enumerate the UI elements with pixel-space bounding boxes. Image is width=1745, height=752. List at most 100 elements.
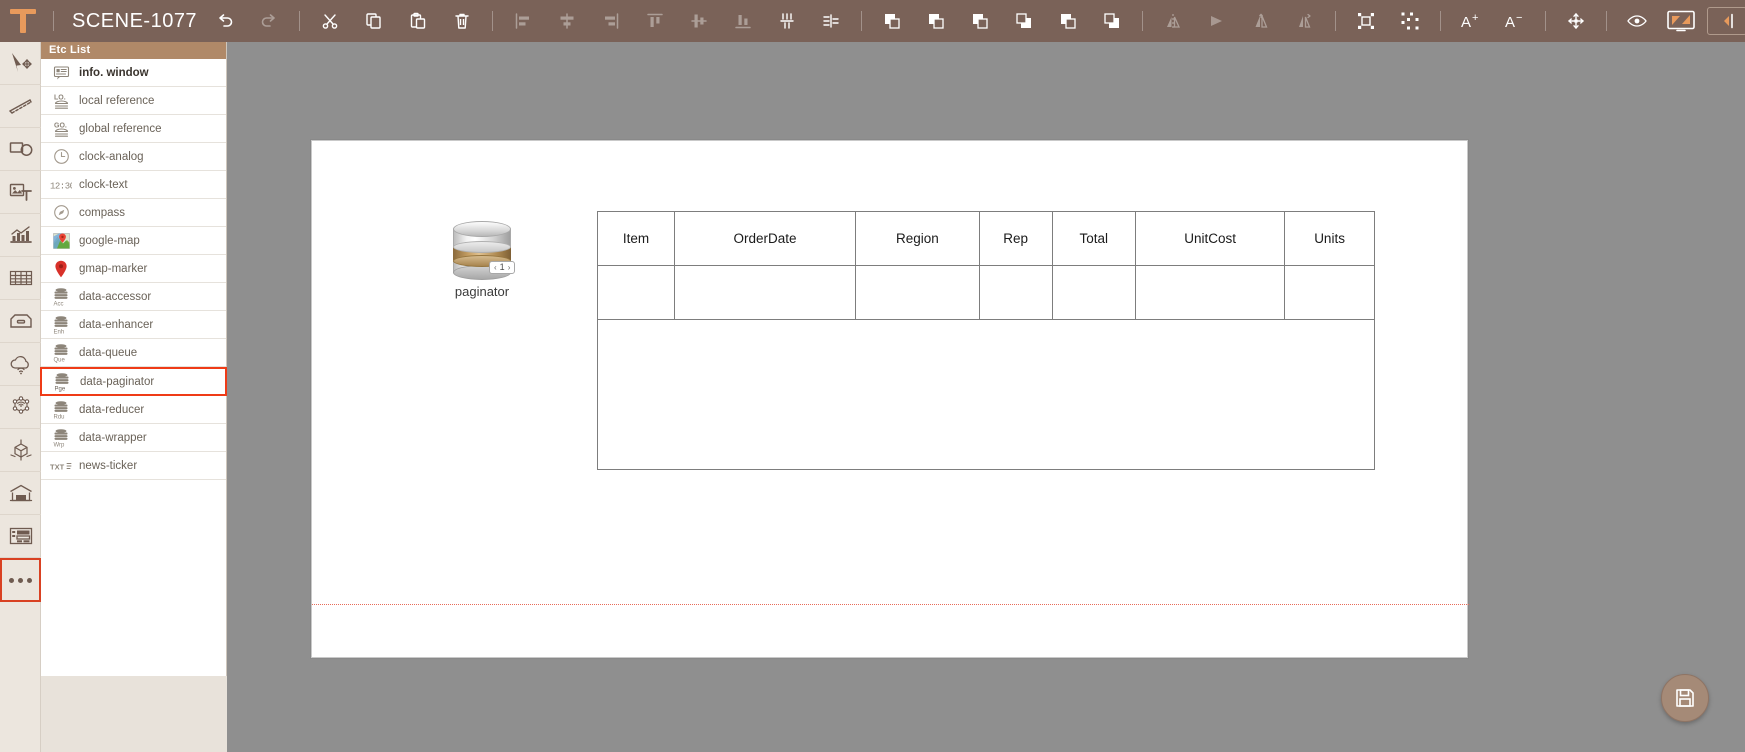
column-header-region[interactable]: Region: [855, 211, 980, 266]
flip-vertical-icon[interactable]: [1195, 0, 1239, 42]
save-button[interactable]: [1661, 674, 1709, 722]
select-move-tool[interactable]: [0, 42, 41, 85]
list-item-data-enhancer[interactable]: Enh data-enhancer: [41, 311, 226, 339]
bring-to-front-icon[interactable]: [870, 0, 914, 42]
list-item-global-reference[interactable]: GO. global reference: [41, 115, 226, 143]
toggle-panel-icon[interactable]: [1707, 7, 1745, 35]
rotate-left-icon[interactable]: [1239, 0, 1283, 42]
canvas-area[interactable]: ‹ 1 › paginator Item OrderDate Region Re…: [227, 42, 1745, 752]
move-resize-icon[interactable]: [1554, 0, 1598, 42]
align-bottom-icon[interactable]: [721, 0, 765, 42]
list-item-data-wrapper[interactable]: Wrp data-wrapper: [41, 424, 226, 452]
data-table[interactable]: Item OrderDate Region Rep Total UnitCost…: [596, 211, 1375, 470]
paginator-label: paginator: [454, 284, 510, 299]
line-tool[interactable]: [0, 85, 41, 128]
svg-text:A: A: [1505, 14, 1515, 31]
page-title: SCENE-1077: [72, 9, 198, 32]
iot-cloud-tool[interactable]: [0, 343, 41, 386]
font-increase-icon[interactable]: A +: [1449, 0, 1493, 42]
pager-next-icon[interactable]: ›: [508, 263, 511, 272]
toolbar-divider: [53, 11, 54, 31]
list-item-data-queue[interactable]: Que data-queue: [41, 339, 226, 367]
list-item-data-paginator[interactable]: Pge data-paginator: [40, 367, 227, 396]
column-header-orderdate[interactable]: OrderDate: [674, 211, 857, 266]
table-tool[interactable]: [0, 257, 41, 300]
copy-icon[interactable]: [352, 0, 396, 42]
app-logo[interactable]: [0, 0, 45, 42]
table-cell[interactable]: [596, 265, 676, 320]
data-stack-icon: Acc: [50, 286, 72, 308]
column-header-total[interactable]: Total: [1051, 211, 1137, 266]
news-ticker-icon: TXT: [50, 455, 72, 477]
pager-control[interactable]: ‹ 1 ›: [489, 261, 516, 274]
tool-rail: [0, 42, 41, 752]
data-stack-icon: Enh: [50, 314, 72, 336]
table-cell[interactable]: [1051, 265, 1137, 320]
list-item-label: clock-analog: [79, 150, 144, 163]
list-item-gmap-marker[interactable]: gmap-marker: [41, 255, 226, 283]
toolbar-divider: [1335, 11, 1337, 31]
group-order-down-icon[interactable]: [1090, 0, 1134, 42]
cut-icon[interactable]: [308, 0, 352, 42]
align-middle-vertical-icon[interactable]: [677, 0, 721, 42]
list-item-clock-analog[interactable]: clock-analog: [41, 143, 226, 171]
bring-forward-icon[interactable]: [914, 0, 958, 42]
media-text-tool[interactable]: [0, 171, 41, 214]
list-item-local-reference[interactable]: LO. local reference: [41, 87, 226, 115]
list-item-news-ticker[interactable]: TXT news-ticker: [41, 452, 226, 480]
list-item-data-reducer[interactable]: Rdu data-reducer: [41, 396, 226, 424]
paste-icon[interactable]: [396, 0, 440, 42]
network-tool[interactable]: [0, 386, 41, 429]
list-item-data-accessor[interactable]: Acc data-accessor: [41, 283, 226, 311]
column-header-rep[interactable]: Rep: [978, 211, 1053, 266]
fullscreen-monitor-icon[interactable]: [1659, 0, 1703, 42]
rotate-right-icon[interactable]: [1283, 0, 1327, 42]
align-left-icon[interactable]: [501, 0, 545, 42]
etc-tool[interactable]: [0, 558, 41, 602]
font-decrease-icon[interactable]: A −: [1493, 0, 1537, 42]
table-cell[interactable]: [855, 265, 980, 320]
layout-tool[interactable]: [0, 515, 41, 558]
list-item-info-window[interactable]: info. window: [41, 59, 226, 87]
list-item-compass[interactable]: compass: [41, 199, 226, 227]
svg-text:Rdu: Rdu: [54, 414, 65, 420]
paginator-widget[interactable]: ‹ 1 › paginator: [417, 221, 547, 299]
column-header-units[interactable]: Units: [1284, 211, 1375, 266]
list-item-label: data-queue: [79, 346, 138, 359]
send-to-back-icon[interactable]: [1002, 0, 1046, 42]
shape-tool[interactable]: [0, 128, 41, 171]
distribute-vertical-icon[interactable]: [809, 0, 853, 42]
column-header-unitcost[interactable]: UnitCost: [1135, 211, 1286, 266]
toolbar-divider: [1606, 11, 1608, 31]
ungroup-icon[interactable]: [1388, 0, 1432, 42]
delete-icon[interactable]: [440, 0, 484, 42]
distribute-horizontal-icon[interactable]: [765, 0, 809, 42]
align-right-icon[interactable]: [589, 0, 633, 42]
table-cell[interactable]: [1135, 265, 1286, 320]
column-header-item[interactable]: Item: [596, 211, 676, 266]
table-cell[interactable]: [978, 265, 1053, 320]
list-item-google-map[interactable]: google-map: [41, 227, 226, 255]
align-top-icon[interactable]: [633, 0, 677, 42]
table-cell[interactable]: [1284, 265, 1375, 320]
scene-page[interactable]: ‹ 1 › paginator Item OrderDate Region Re…: [311, 140, 1469, 658]
pager-prev-icon[interactable]: ‹: [494, 263, 497, 272]
group-icon[interactable]: [1344, 0, 1388, 42]
list-item-clock-text[interactable]: 12:30 clock-text: [41, 171, 226, 199]
group-order-up-icon[interactable]: [1046, 0, 1090, 42]
container-tool[interactable]: [0, 300, 41, 343]
flip-horizontal-icon[interactable]: [1151, 0, 1195, 42]
table-cell[interactable]: [674, 265, 857, 320]
list-item-label: data-accessor: [79, 290, 152, 303]
send-backward-icon[interactable]: [958, 0, 1002, 42]
chart-tool[interactable]: [0, 214, 41, 257]
table-row[interactable]: [596, 265, 1375, 320]
three-d-tool[interactable]: [0, 429, 41, 472]
facility-tool[interactable]: [0, 472, 41, 515]
undo-icon[interactable]: [203, 0, 247, 42]
align-center-horizontal-icon[interactable]: [545, 0, 589, 42]
table-empty-area[interactable]: [597, 319, 1375, 470]
redo-icon[interactable]: [247, 0, 291, 42]
toolbar-divider: [1142, 11, 1144, 31]
eye-preview-icon[interactable]: [1615, 0, 1659, 42]
